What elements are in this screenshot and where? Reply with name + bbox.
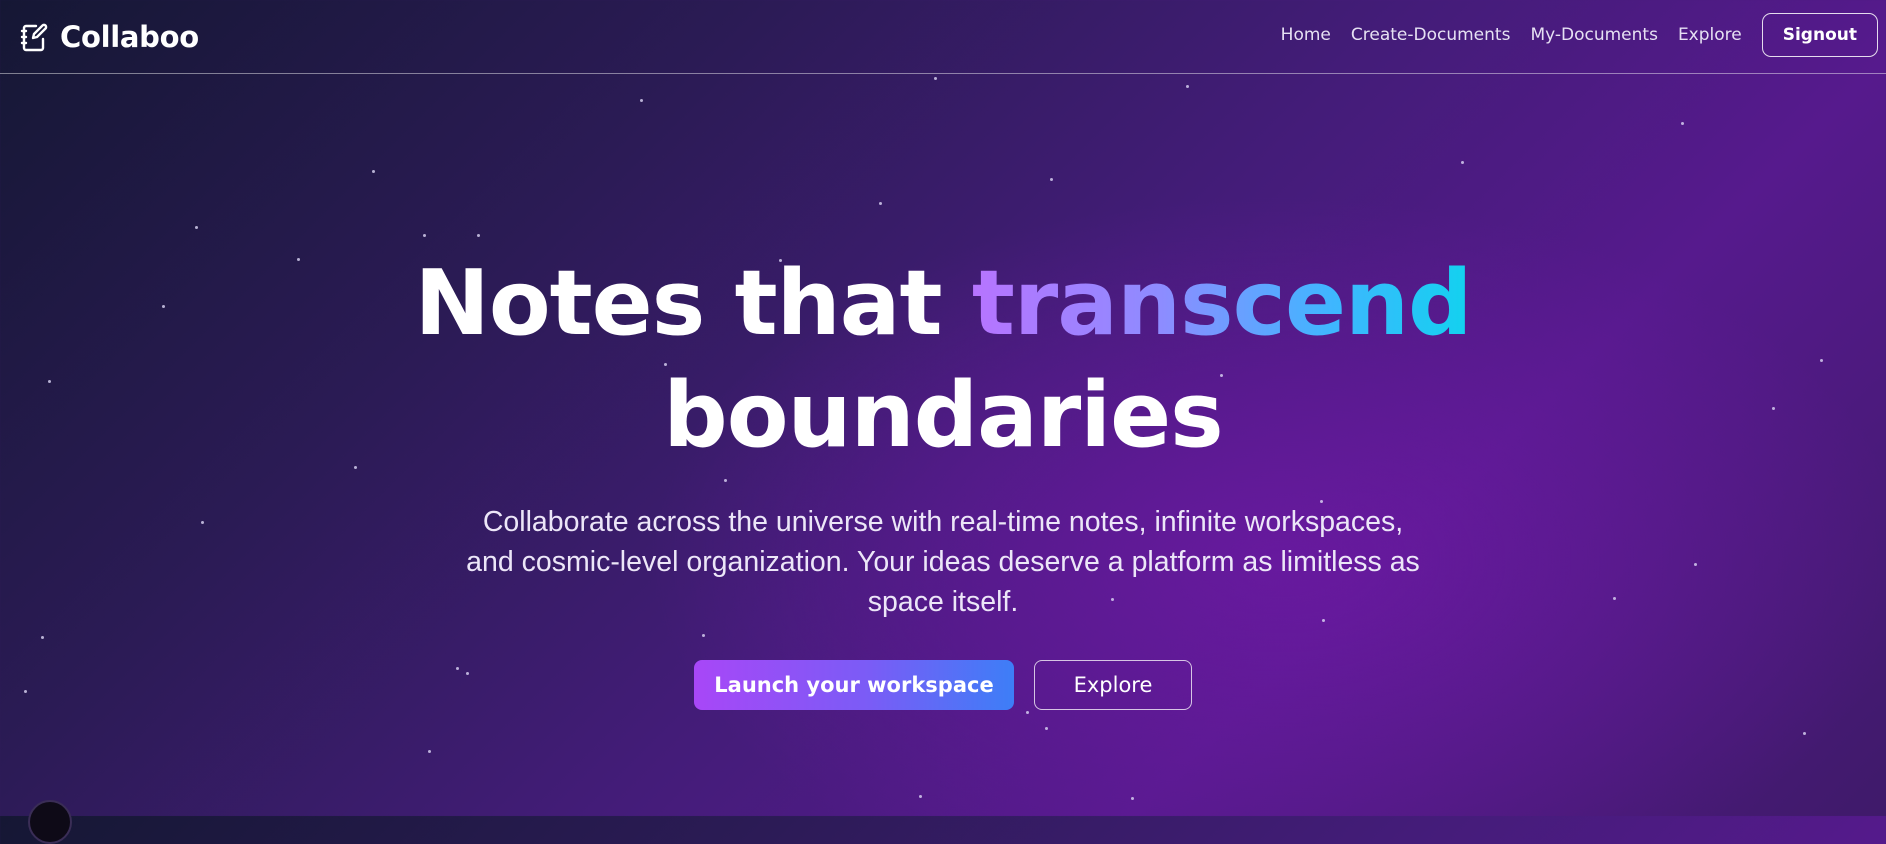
star [41, 636, 44, 639]
star [724, 479, 727, 482]
star [195, 226, 198, 229]
star [1803, 732, 1806, 735]
star [372, 170, 375, 173]
headline-accent-word: transcend [971, 251, 1473, 356]
nav-my-documents[interactable]: My-Documents [1530, 25, 1658, 45]
floating-action-button[interactable] [28, 800, 72, 844]
nav-create-documents[interactable]: Create-Documents [1351, 25, 1511, 45]
hero-subtitle: Collaborate across the universe with rea… [466, 506, 1420, 618]
star [1613, 597, 1616, 600]
brand-logo[interactable]: Collaboo [20, 18, 199, 56]
star [1026, 711, 1029, 714]
nav-home[interactable]: Home [1281, 25, 1331, 45]
star [1461, 161, 1464, 164]
star [423, 234, 426, 237]
explore-button[interactable]: Explore [1034, 660, 1192, 710]
star [702, 634, 705, 637]
brand-name: Collaboo [60, 20, 199, 54]
star [1045, 727, 1048, 730]
signout-button[interactable]: Signout [1761, 13, 1878, 57]
nav-explore[interactable]: Explore [1678, 25, 1742, 45]
star [640, 99, 643, 102]
star [934, 77, 937, 80]
launch-workspace-button[interactable]: Launch your workspace [694, 660, 1014, 710]
star [1050, 178, 1053, 181]
star [1131, 797, 1134, 800]
hero-headline: Notes that transcend boundaries [0, 248, 1886, 472]
star [919, 795, 922, 798]
star [477, 234, 480, 237]
star [879, 202, 882, 205]
star [1694, 563, 1697, 566]
headline-text-start: Notes that [414, 251, 972, 356]
star [1186, 85, 1189, 88]
star [428, 750, 431, 753]
star [1681, 122, 1684, 125]
star [201, 521, 204, 524]
headline-text-end: boundaries [663, 363, 1223, 468]
top-navbar: Collaboo Home Create-Documents My-Docume… [0, 0, 1886, 74]
hero-cta-row: Launch your workspace Explore [0, 660, 1886, 710]
notebook-pen-icon [20, 23, 48, 52]
main-nav: Home Create-Documents My-Documents Explo… [1281, 12, 1878, 58]
